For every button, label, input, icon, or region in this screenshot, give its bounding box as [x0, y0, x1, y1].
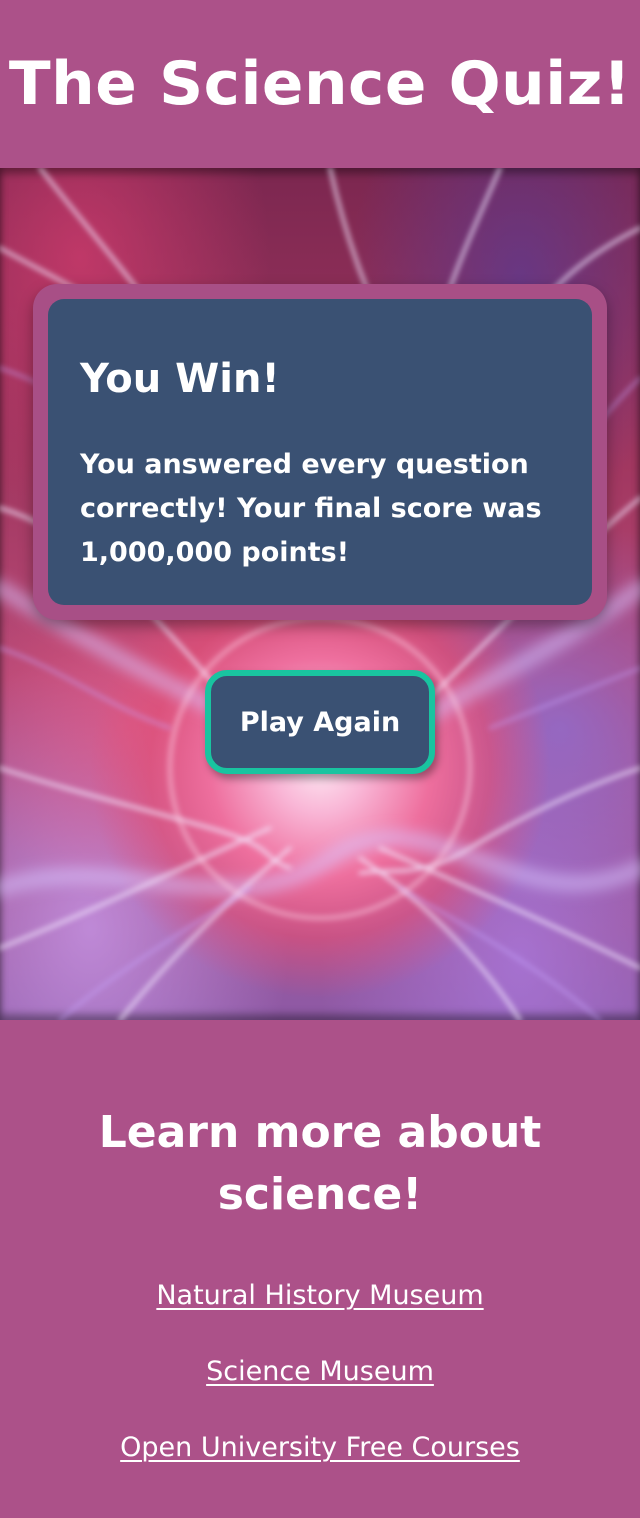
natural-history-museum-link[interactable]: Natural History Museum — [156, 1280, 483, 1311]
open-university-free-courses-link[interactable]: Open University Free Courses — [120, 1432, 520, 1463]
site-footer: Learn more about science! Natural Histor… — [0, 1020, 640, 1518]
science-museum-link[interactable]: Science Museum — [206, 1356, 434, 1387]
list-item: Open University Free Courses — [0, 1428, 640, 1504]
result-title: You Win! — [80, 356, 280, 402]
list-item: Natural History Museum — [0, 1276, 640, 1352]
result-card-inner: You Win! You answered every question cor… — [48, 299, 592, 605]
list-item: Science Museum — [0, 1352, 640, 1428]
footer-heading: Learn more about science! — [98, 1107, 542, 1220]
resource-links: Natural History Museum Science Museum Op… — [0, 1276, 640, 1504]
quiz-area: You Win! You answered every question cor… — [0, 168, 640, 1020]
result-card: You Win! You answered every question cor… — [33, 284, 607, 620]
play-again-button[interactable]: Play Again — [205, 670, 435, 774]
result-message: You answered every question correctly! Y… — [80, 449, 542, 568]
site-title: The Science Quiz! — [8, 49, 632, 119]
site-header: The Science Quiz! — [0, 0, 640, 168]
